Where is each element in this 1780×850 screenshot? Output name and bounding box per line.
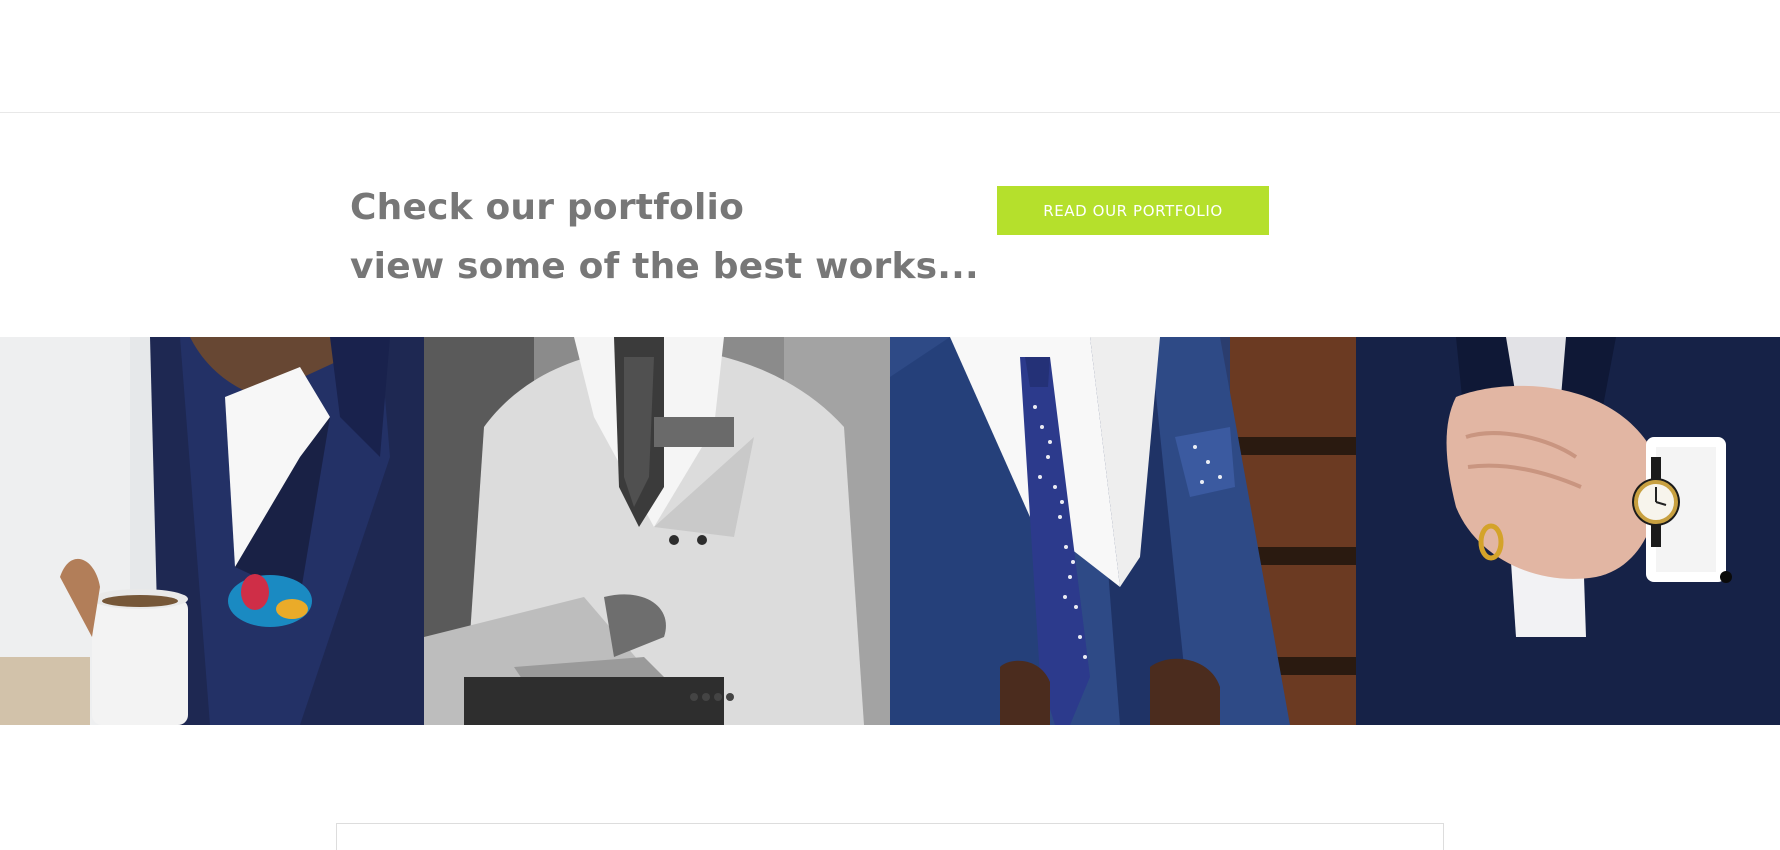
gallery-tile-coffee[interactable]: [0, 337, 424, 725]
navy-suit-coffee-cup-photo: [0, 337, 424, 725]
gallery-tile-laptop[interactable]: [424, 337, 890, 725]
gallery-tile-tie[interactable]: [890, 337, 1356, 725]
portfolio-heading-line-2: view some of the best works...: [350, 246, 979, 287]
blue-suit-polka-dot-tie-photo: [890, 337, 1356, 725]
gallery-tile-watch[interactable]: [1356, 337, 1780, 725]
portfolio-gallery: [0, 337, 1780, 725]
white-suit-laptop-photo: [424, 337, 890, 725]
read-portfolio-button[interactable]: READ OUR PORTFOLIO: [997, 186, 1269, 235]
navy-suit-wristwatch-photo: [1356, 337, 1780, 725]
content-card: [336, 823, 1444, 850]
portfolio-page: Check our portfolio view some of the bes…: [0, 0, 1780, 850]
portfolio-heading: Check our portfolio view some of the bes…: [350, 178, 979, 296]
header-area: [0, 0, 1780, 113]
portfolio-heading-line-1: Check our portfolio: [350, 187, 744, 228]
